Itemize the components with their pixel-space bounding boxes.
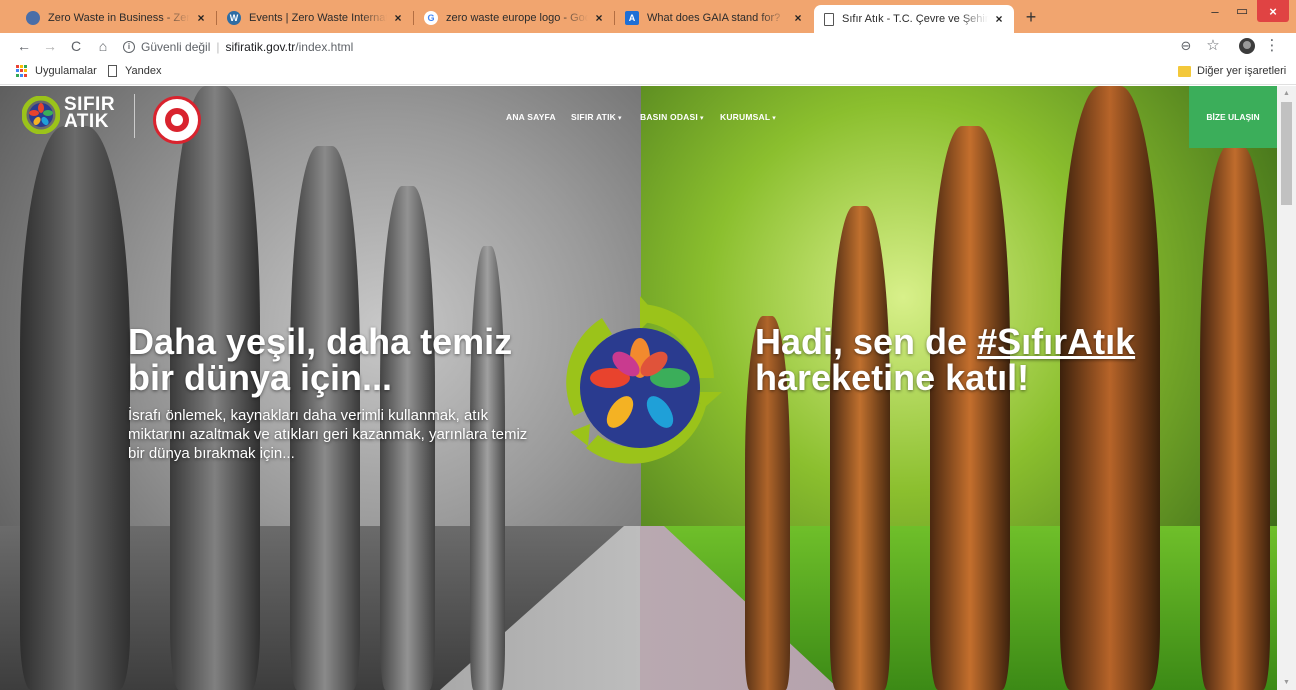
nav-kurumsal[interactable]: KURUMSAL ▾ [720, 112, 776, 122]
maximize-window-button[interactable]: ▭ [1230, 0, 1254, 22]
bookmarks-bar: Uygulamalar Yandex Diğer yer işaretleri [0, 60, 1296, 85]
tab-events-zero-waste[interactable]: W Events | Zero Waste International × [217, 6, 413, 30]
bookmark-yandex-label: Yandex [125, 65, 162, 77]
apps-grid-icon [16, 65, 28, 77]
page-favicon-icon [824, 12, 834, 26]
sifir-atik-hashtag-link[interactable]: #SıfırAtık [977, 321, 1135, 362]
tree-trunk [1200, 146, 1270, 690]
hero-left-title: Daha yeşil, daha temiz bir dünya için... [128, 324, 548, 396]
browser-toolbar: ← → C ⌂ i Güvenli değil | sifiratik.gov.… [0, 33, 1296, 60]
profile-avatar[interactable] [1239, 38, 1255, 54]
nav-label: KURUMSAL [720, 112, 771, 122]
logo-divider [134, 94, 135, 138]
scrollbar-thumb[interactable] [1281, 102, 1292, 205]
bookmark-star-icon[interactable]: ☆ [1204, 37, 1222, 55]
nav-label: SIFIR ATIK [571, 112, 616, 122]
security-status: Güvenli değil [141, 39, 211, 54]
close-tab-icon[interactable]: × [791, 11, 805, 25]
tab-title: Zero Waste in Business - Zero W [48, 12, 190, 24]
zero-waste-center-logo-icon [566, 296, 722, 464]
bookmark-apps-label: Uygulamalar [35, 65, 97, 77]
hero-left-text: Daha yeşil, daha temiz bir dünya için...… [128, 324, 548, 463]
hero-right-prefix: Hadi, sen de [755, 321, 978, 362]
tab-google-search[interactable]: G zero waste europe logo - Google × [414, 6, 614, 30]
scroll-down-arrow-icon[interactable]: ▼ [1282, 678, 1291, 687]
tab-title: Events | Zero Waste International [249, 12, 387, 24]
dropdown-caret-icon: ▾ [772, 115, 776, 122]
hero-left-body: İsrafı önlemek, kaynakları daha verimli … [128, 407, 528, 462]
tab-title: zero waste europe logo - Google [446, 12, 588, 24]
tab-zero-waste-business[interactable]: Zero Waste in Business - Zero W × [16, 6, 216, 30]
close-window-button[interactable]: × [1257, 0, 1289, 22]
contact-us-button[interactable]: BİZE ULAŞIN [1189, 86, 1277, 148]
nav-basin-odasi[interactable]: BASIN ODASI ▾ [640, 112, 704, 122]
nav-sifir-atik[interactable]: SIFIR ATIK ▾ [571, 112, 622, 122]
google-favicon-icon: G [424, 11, 438, 25]
bookmark-other-folder[interactable]: Diğer yer işaretleri [1178, 65, 1286, 77]
letter-a-favicon-icon: A [625, 11, 639, 25]
browser-menu-icon[interactable]: ⋮ [1263, 37, 1281, 55]
address-separator: | [216, 39, 220, 54]
tab-title: Sıfır Atık - T.C. Çevre ve Şehircilik [842, 13, 988, 25]
forward-icon[interactable]: → [41, 37, 59, 55]
hero-right-title: Hadi, sen de #SıfırAtık hareketine katıl… [755, 324, 1175, 396]
close-tab-icon[interactable]: × [391, 11, 405, 25]
sifir-atik-logo-icon[interactable] [22, 96, 60, 134]
folder-icon [1178, 65, 1191, 77]
page-icon [108, 65, 117, 77]
reload-icon[interactable]: C [67, 37, 85, 55]
zoom-icon[interactable]: ⊖ [1177, 37, 1195, 55]
address-bar[interactable]: i Güvenli değil | sifiratik.gov.tr /inde… [123, 36, 1183, 57]
tab-strip: Zero Waste in Business - Zero W × W Even… [0, 0, 1296, 33]
nav-ana-sayfa[interactable]: ANA SAYFA [506, 112, 556, 122]
info-icon[interactable]: i [123, 40, 135, 53]
home-icon[interactable]: ⌂ [94, 37, 112, 55]
back-icon[interactable]: ← [15, 37, 33, 55]
globe-favicon-icon [26, 11, 40, 25]
logo-line2: ATIK [64, 111, 109, 132]
wordpress-favicon-icon: W [227, 11, 241, 25]
tab-sifir-atik-active[interactable]: Sıfır Atık - T.C. Çevre ve Şehircilik × [814, 5, 1014, 33]
tree-trunk [20, 126, 130, 690]
url-path: /index.html [295, 39, 354, 54]
sifir-atik-logo-text[interactable]: SIFIR ATIK [64, 95, 115, 132]
tab-gaia[interactable]: A What does GAIA stand for? × [615, 6, 813, 30]
scroll-up-arrow-icon[interactable]: ▲ [1282, 89, 1291, 98]
hero-right-line2: hareketine katıl! [755, 357, 1030, 398]
dropdown-caret-icon: ▾ [617, 115, 622, 122]
new-tab-button[interactable]: + [1021, 7, 1041, 27]
nav-label: ANA SAYFA [506, 112, 556, 122]
tree-trunk [470, 246, 505, 690]
minimize-window-button[interactable]: – [1203, 0, 1227, 22]
hero-left-title-line2: bir dünya için... [128, 357, 393, 398]
page-scrollbar[interactable]: ▲ ▼ [1277, 86, 1296, 690]
ministry-seal-icon[interactable] [153, 96, 201, 144]
tree-trunk [830, 206, 890, 690]
hero-left-title-line1: Daha yeşil, daha temiz [128, 321, 513, 362]
close-tab-icon[interactable]: × [992, 12, 1006, 26]
close-tab-icon[interactable]: × [592, 11, 606, 25]
tab-title: What does GAIA stand for? [647, 12, 781, 24]
bookmark-apps[interactable]: Uygulamalar [16, 65, 97, 77]
close-tab-icon[interactable]: × [194, 11, 208, 25]
bookmark-yandex[interactable]: Yandex [108, 65, 162, 77]
dropdown-caret-icon: ▾ [699, 115, 704, 122]
tree-trunk [930, 126, 1010, 690]
page-viewport: SIFIR ATIK ANA SAYFA SIFIR ATIK ▾ BASIN O… [0, 86, 1296, 690]
url-host: sifiratik.gov.tr [225, 39, 296, 54]
nav-label: BASIN ODASI [640, 112, 698, 122]
bookmark-other-label: Diğer yer işaretleri [1197, 65, 1287, 77]
